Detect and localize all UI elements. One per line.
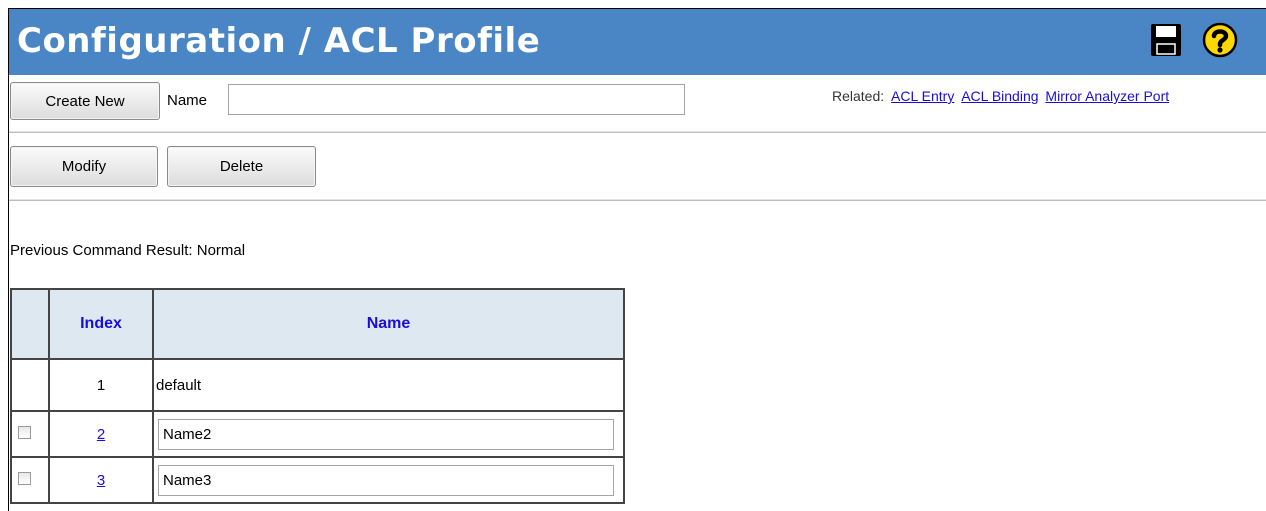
delete-button[interactable]: Delete <box>167 146 316 187</box>
name-cell <box>152 456 625 504</box>
name-label: Name <box>167 92 208 109</box>
help-icon[interactable] <box>1202 22 1238 58</box>
name-cell: default <box>152 358 625 412</box>
divider <box>9 131 1266 133</box>
index-cell: 2 <box>48 410 154 458</box>
related-links: Related: ACL Entry ACL Binding Mirror An… <box>832 88 1169 104</box>
create-new-button[interactable]: Create New <box>10 82 160 120</box>
page-title: Configuration / ACL Profile <box>17 21 541 61</box>
table-header-row: Index Name <box>10 288 625 360</box>
acl-profile-table: Index Name 1 default 2 3 <box>10 288 625 504</box>
related-label: Related: <box>832 88 885 104</box>
mirror-analyzer-port-link[interactable]: Mirror Analyzer Port <box>1045 88 1169 104</box>
name-cell <box>152 410 625 458</box>
row-name-input[interactable] <box>158 464 614 496</box>
index-link[interactable]: 2 <box>97 426 105 443</box>
acl-entry-link[interactable]: ACL Entry <box>891 88 954 104</box>
select-column-header <box>10 288 50 360</box>
acl-binding-link[interactable]: ACL Binding <box>961 88 1038 104</box>
select-cell <box>10 456 50 504</box>
index-cell: 1 <box>48 358 154 412</box>
table-row: 3 <box>10 456 625 504</box>
command-result-text: Previous Command Result: Normal <box>10 242 246 259</box>
modify-button[interactable]: Modify <box>10 146 158 187</box>
select-cell <box>10 358 50 412</box>
row-checkbox[interactable] <box>18 425 31 439</box>
row-checkbox[interactable] <box>18 471 31 485</box>
index-link[interactable]: 3 <box>97 472 105 489</box>
row-name-input[interactable] <box>158 418 614 450</box>
name-column-header: Name <box>152 288 625 360</box>
divider <box>9 199 1266 201</box>
select-cell <box>10 410 50 458</box>
save-icon[interactable] <box>1150 23 1182 57</box>
table-row: 2 <box>10 410 625 458</box>
index-cell: 3 <box>48 456 154 504</box>
table-row: 1 default <box>10 358 625 412</box>
index-column-header: Index <box>48 288 154 360</box>
name-input[interactable] <box>228 84 685 115</box>
title-bar: Configuration / ACL Profile <box>9 9 1266 75</box>
